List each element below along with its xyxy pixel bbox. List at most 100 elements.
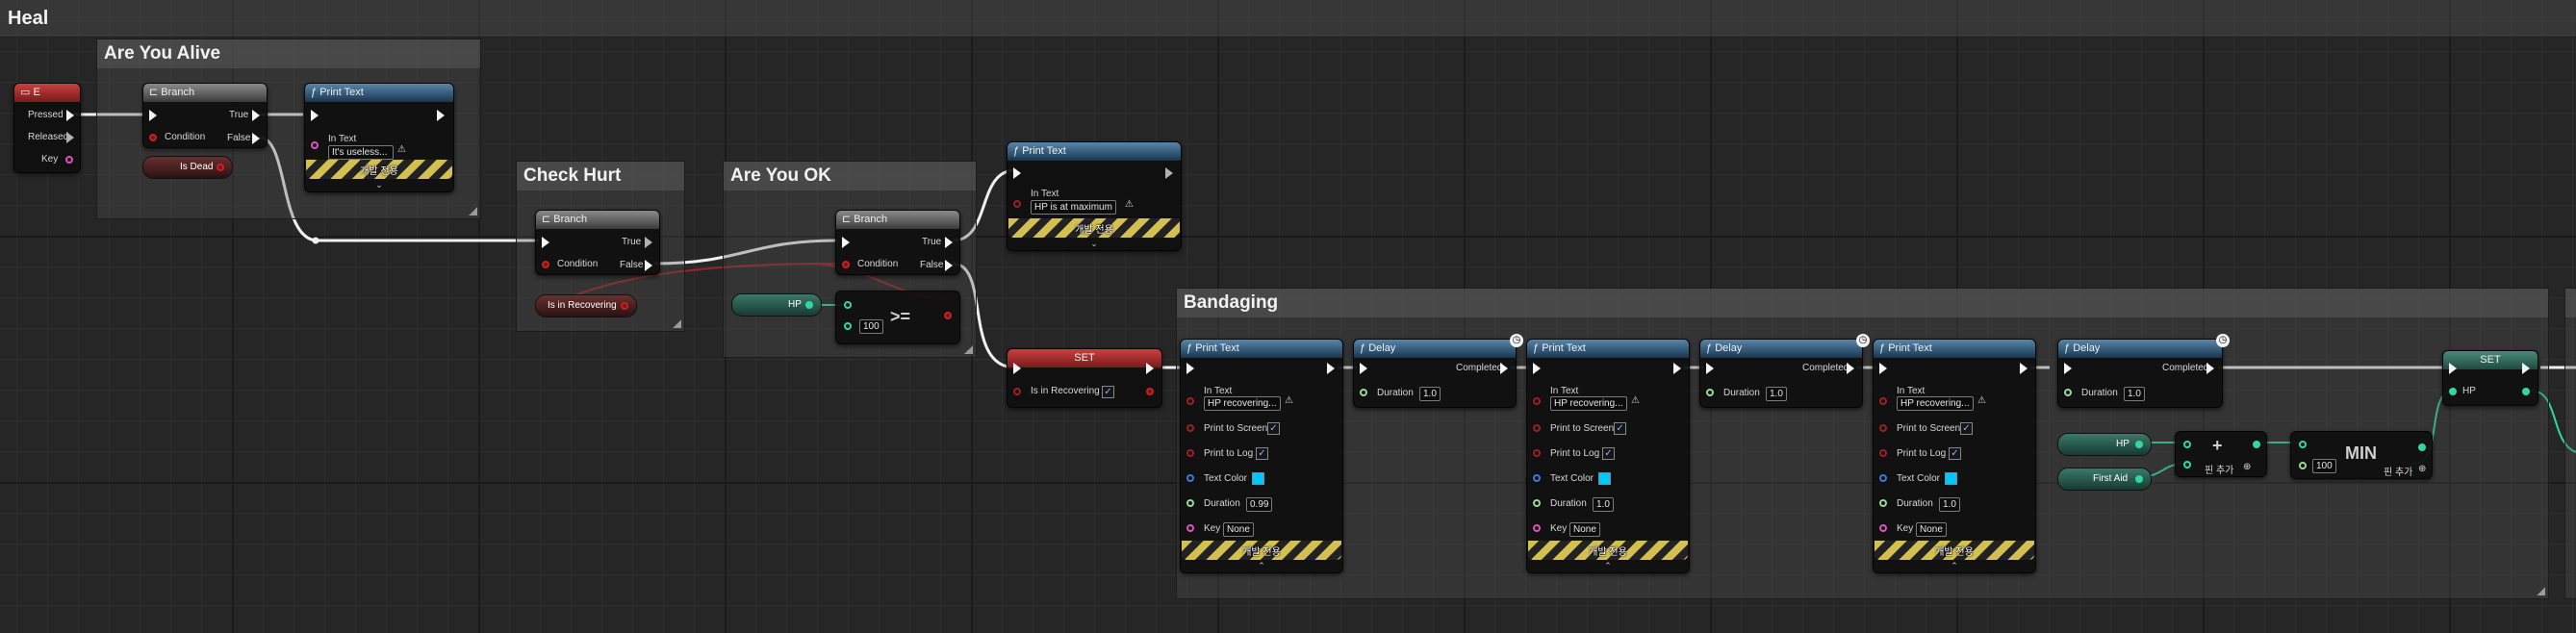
float-in-pin[interactable] xyxy=(1186,499,1194,507)
duration-field[interactable]: 1.0 xyxy=(1419,387,1441,401)
bool-out-pin[interactable] xyxy=(621,302,628,310)
float-out-pin[interactable] xyxy=(2135,475,2143,483)
print-text-node[interactable]: ƒ Print Text In Text HP recovering... ⚠ … xyxy=(1873,339,2036,573)
in-text-field[interactable]: HP recovering... xyxy=(1204,396,1281,411)
bool-in-pin[interactable] xyxy=(1186,449,1194,457)
duration-field[interactable]: 1.0 xyxy=(1766,387,1787,401)
print-text-node[interactable]: ƒ Print Text In Text HP recovering... ⚠ … xyxy=(1526,339,1690,573)
add-pin-icon[interactable]: ⊕ xyxy=(2243,462,2251,472)
name-in-pin[interactable] xyxy=(1186,524,1194,532)
key-out-pin[interactable] xyxy=(65,156,73,164)
expand-chevron-icon[interactable]: ⌄ xyxy=(305,180,453,190)
collapse-chevron-icon[interactable]: ⌃ xyxy=(1874,561,2035,571)
exec-in-pin[interactable] xyxy=(2064,363,2072,374)
exec-out-pin[interactable] xyxy=(645,260,652,271)
exec-out-pin[interactable] xyxy=(437,110,445,121)
print-to-screen-checkbox[interactable]: ✓ xyxy=(1960,422,1973,435)
bool-in-pin[interactable] xyxy=(1013,388,1021,395)
branch-node[interactable]: ⊏ Branch Condition True False xyxy=(835,210,960,275)
exec-out-pin[interactable] xyxy=(945,237,953,248)
print-text-node[interactable]: ƒ Print Text In Text It's useless... ⚠ 개… xyxy=(304,83,454,192)
exec-in-pin[interactable] xyxy=(149,110,157,121)
set-variable-node[interactable]: SET HP xyxy=(2442,350,2538,406)
collapse-chevron-icon[interactable]: ⌃ xyxy=(1181,561,1342,571)
print-text-node[interactable]: ƒ Print Text In Text HP recovering... ⚠ … xyxy=(1180,339,1343,573)
exec-out-pin[interactable] xyxy=(2522,363,2530,374)
float-in-pin[interactable] xyxy=(1360,389,1367,396)
float-in-pin[interactable] xyxy=(2449,388,2457,395)
bool-in-pin[interactable] xyxy=(1879,424,1887,432)
float-in-pin[interactable] xyxy=(1706,389,1714,396)
text-color-swatch[interactable] xyxy=(1945,472,1957,485)
print-to-log-checbox[interactable]: ✓ xyxy=(1256,447,1268,460)
bool-out-pin[interactable] xyxy=(1146,388,1154,395)
duration-field[interactable]: 1.0 xyxy=(2124,387,2145,401)
condition-pin[interactable] xyxy=(542,261,549,268)
compare-value-field[interactable]: 100 xyxy=(859,319,883,334)
exec-out-pin[interactable] xyxy=(1500,363,1508,374)
in-text-field[interactable]: HP recovering... xyxy=(1897,396,1974,411)
expand-chevron-icon[interactable]: ⌄ xyxy=(1007,239,1181,249)
is-dead-getter[interactable]: Is Dead xyxy=(142,156,233,179)
greater-equal-node[interactable]: 100 >= xyxy=(835,291,960,344)
exec-in-pin[interactable] xyxy=(542,237,549,248)
exec-out-pin[interactable] xyxy=(1673,363,1681,374)
float-out-pin[interactable] xyxy=(2522,388,2530,395)
value-checkbox[interactable]: ✓ xyxy=(1102,386,1114,398)
exec-in-pin[interactable] xyxy=(1013,363,1021,374)
exec-in-pin[interactable] xyxy=(1186,363,1194,374)
bool-in-pin[interactable] xyxy=(1533,449,1541,457)
exec-out-pin[interactable] xyxy=(2020,363,2028,374)
collapse-chevron-icon[interactable]: ⌃ xyxy=(1527,561,1689,571)
duration-field[interactable]: 0.99 xyxy=(1246,497,1273,512)
first-aid-getter[interactable]: First Aid xyxy=(2057,468,2152,491)
text-in-pin[interactable] xyxy=(1879,397,1887,405)
exec-out-pin[interactable] xyxy=(252,110,260,121)
exec-in-pin[interactable] xyxy=(1013,167,1021,179)
print-to-screen-checkbox[interactable]: ✓ xyxy=(1267,422,1280,435)
key-field[interactable]: None xyxy=(1223,522,1254,537)
text-color-swatch[interactable] xyxy=(1252,472,1264,485)
float-in-pin[interactable] xyxy=(2183,461,2191,468)
color-in-pin[interactable] xyxy=(1533,474,1541,482)
resize-handle[interactable] xyxy=(2537,587,2545,595)
name-in-pin[interactable] xyxy=(1879,524,1887,532)
delay-node[interactable]: ƒ Delay ◷ Completed Duration 1.0 xyxy=(1353,334,1523,408)
in-text-field[interactable]: HP is at maximum xyxy=(1031,200,1116,215)
float-in-pin[interactable] xyxy=(2064,389,2072,396)
add-node[interactable]: + 핀 추가 ⊕ xyxy=(2175,431,2267,477)
exec-out-pin[interactable] xyxy=(1165,167,1173,179)
exec-out-pin[interactable] xyxy=(1847,363,1854,374)
text-in-pin[interactable] xyxy=(311,141,319,149)
float-in-pin[interactable] xyxy=(844,301,852,309)
float-in-pin[interactable] xyxy=(1879,499,1887,507)
float-in-pin[interactable] xyxy=(2299,462,2307,469)
color-in-pin[interactable] xyxy=(1879,474,1887,482)
exec-in-pin[interactable] xyxy=(1879,363,1887,374)
float-in-pin[interactable] xyxy=(844,322,852,330)
print-to-screen-checkbox[interactable]: ✓ xyxy=(1614,422,1626,435)
in-text-field[interactable]: HP recovering... xyxy=(1550,396,1627,411)
float-in-pin[interactable] xyxy=(2183,441,2191,448)
duration-field[interactable]: 1.0 xyxy=(1939,497,1960,512)
exec-out-pin[interactable] xyxy=(1327,363,1335,374)
add-pin-label[interactable]: 핀 추가 xyxy=(2384,464,2412,478)
bool-out-pin[interactable] xyxy=(944,312,952,319)
branch-node[interactable]: ⊏ Branch Condition True False xyxy=(535,210,660,275)
branch-node[interactable]: ⊏ Branch Condition True False xyxy=(142,83,268,148)
exec-out-pin[interactable] xyxy=(945,260,953,271)
float-in-pin[interactable] xyxy=(1533,499,1541,507)
hp-getter[interactable]: HP xyxy=(2057,433,2152,456)
float-out-pin[interactable] xyxy=(2135,441,2143,448)
exec-in-pin[interactable] xyxy=(2449,363,2457,374)
comment-offscreen[interactable] xyxy=(2564,288,2576,599)
exec-out-pin[interactable] xyxy=(66,110,74,121)
name-in-pin[interactable] xyxy=(1533,524,1541,532)
exec-out-pin[interactable] xyxy=(645,237,652,248)
print-text-node[interactable]: ƒ Print Text In Text HP is at maximum ⚠ … xyxy=(1007,141,1182,251)
print-to-log-checkbox[interactable]: ✓ xyxy=(1602,447,1615,460)
float-out-pin[interactable] xyxy=(805,301,813,309)
min-value-field[interactable]: 100 xyxy=(2312,459,2336,473)
set-variable-node[interactable]: SET Is in Recovering ✓ xyxy=(1007,348,1162,408)
condition-pin[interactable] xyxy=(149,134,157,141)
